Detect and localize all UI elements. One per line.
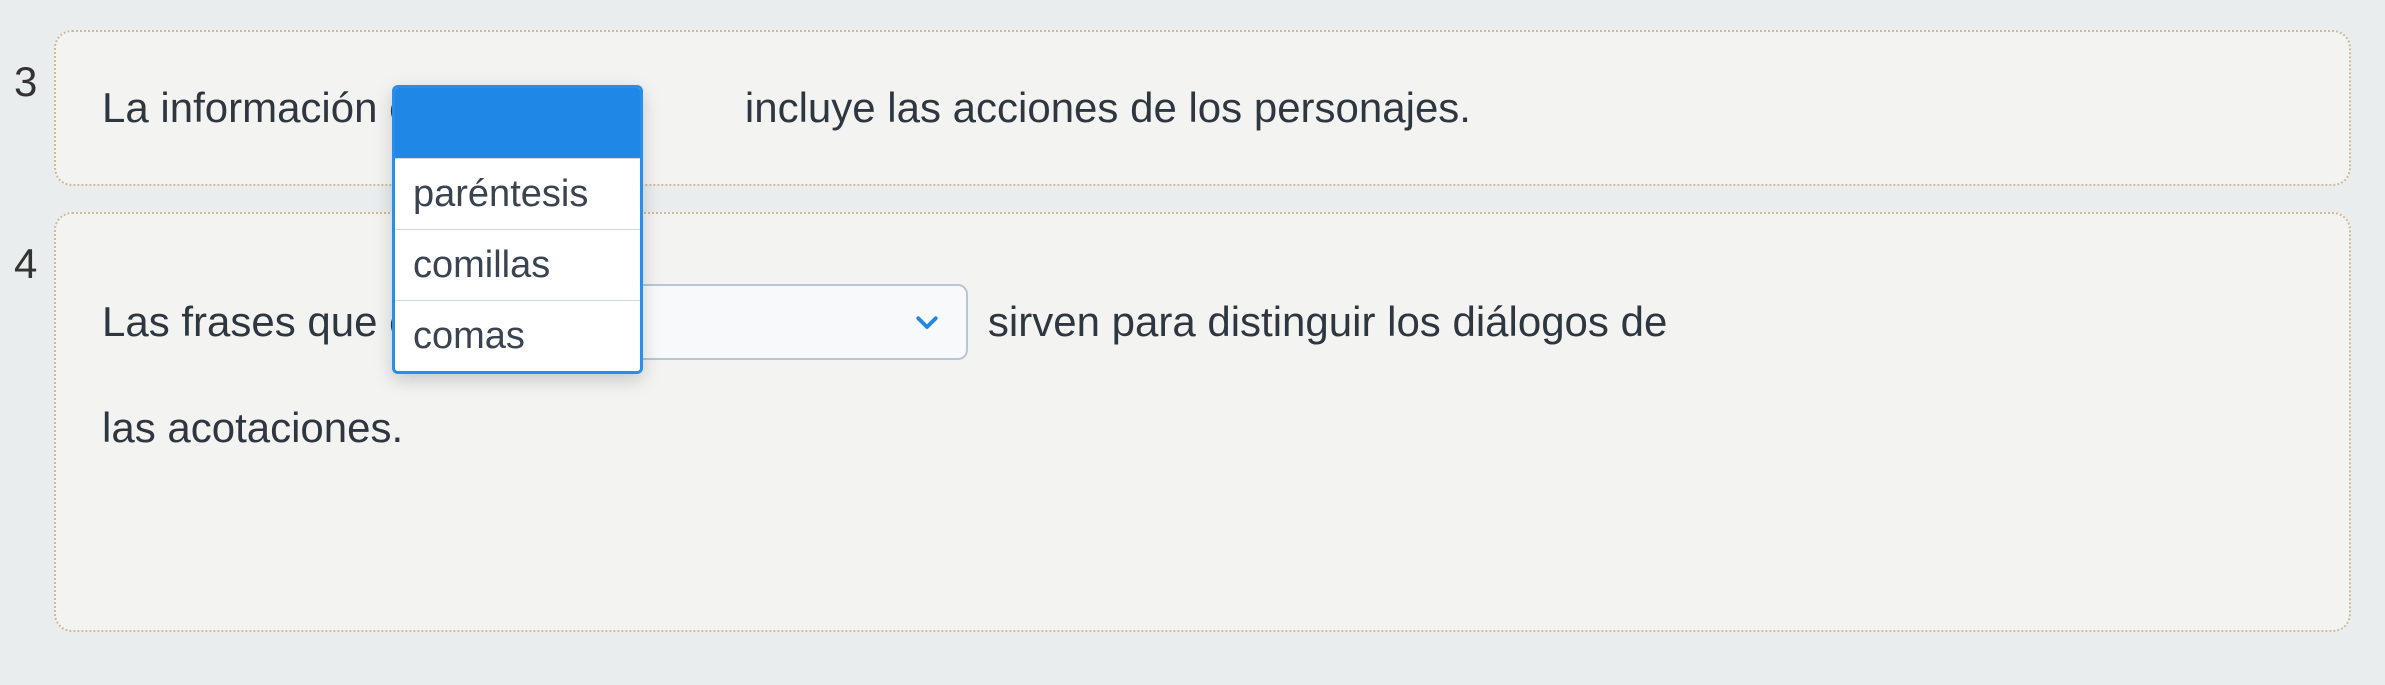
q3-dropdown-open[interactable]: paréntesis comillas comas (392, 85, 643, 374)
question-number-3: 3 (0, 30, 54, 106)
question-3-row: 3 La información entre incluye las accio… (0, 30, 2385, 186)
q3-option-parentesis[interactable]: paréntesis (395, 158, 640, 229)
chevron-down-icon (912, 307, 942, 337)
q4-text-after: sirven para distinguir los diálogos de (988, 297, 1667, 347)
question-4-row: 4 Las frases que están sirven para disti… (0, 212, 2385, 632)
q3-dropdown-selected-bar[interactable] (395, 88, 640, 158)
q3-option-comas[interactable]: comas (395, 300, 640, 371)
q4-text-line2: las acotaciones. (102, 404, 2301, 452)
q3-text-after: incluye las acciones de los personajes. (745, 83, 1471, 133)
question-number-4: 4 (0, 212, 54, 288)
q3-option-comillas[interactable]: comillas (395, 229, 640, 300)
